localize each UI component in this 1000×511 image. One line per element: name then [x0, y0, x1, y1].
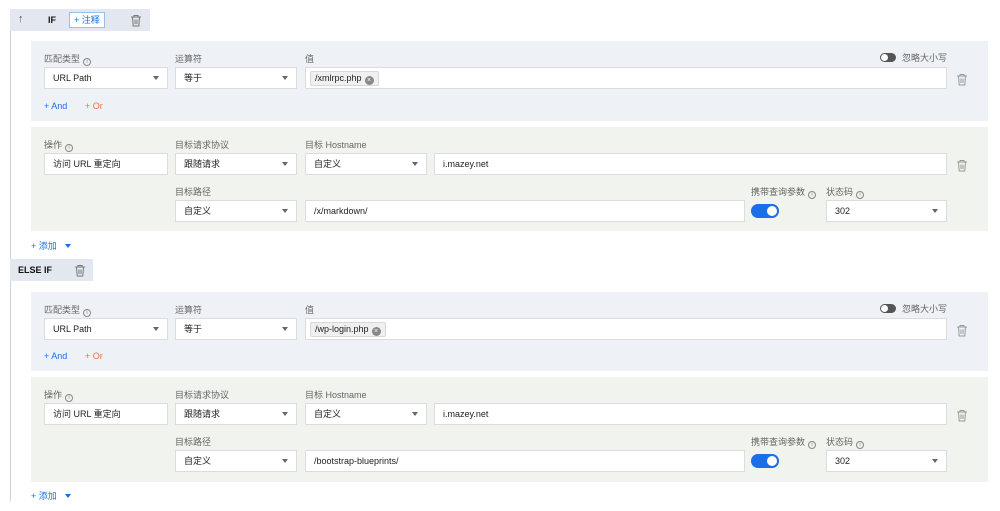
collapse-arrow-icon[interactable]: ↑ — [18, 13, 24, 25]
path-mode-select[interactable]: 自定义 — [175, 450, 297, 472]
add-button[interactable]: + 添加 — [31, 239, 72, 252]
chevron-down-icon — [65, 244, 72, 248]
path-mode-select[interactable]: 自定义 — [175, 200, 297, 222]
chevron-down-icon — [153, 76, 159, 80]
chevron-down-icon — [412, 412, 418, 416]
if-header: ↑ IF + 注释 — [10, 9, 150, 31]
delete-action-icon[interactable] — [956, 409, 968, 422]
operator-select[interactable]: 等于 — [175, 67, 297, 89]
info-icon: i — [65, 144, 74, 152]
chevron-down-icon — [932, 209, 938, 213]
else-if-header: ELSE IF — [10, 259, 93, 281]
carry-query-toggle[interactable] — [751, 204, 779, 218]
protocol-label: 目标请求协议 — [175, 140, 230, 150]
chevron-down-icon — [932, 459, 938, 463]
chevron-down-icon — [282, 162, 288, 166]
ignore-case-toggle[interactable] — [880, 53, 896, 62]
path-label: 目标路径 — [175, 187, 212, 197]
value-label: 值 — [305, 305, 315, 315]
match-type-select[interactable]: URL Path — [44, 67, 168, 89]
delete-action-icon[interactable] — [956, 159, 968, 172]
chevron-down-icon — [412, 162, 418, 166]
chevron-down-icon — [282, 412, 288, 416]
operation-label: 操作 i — [44, 138, 74, 152]
operation-label: 操作 i — [44, 388, 74, 402]
carry-query-toggle[interactable] — [751, 454, 779, 468]
chevron-down-icon — [282, 327, 288, 331]
operation-field[interactable]: 访问 URL 重定向 — [44, 403, 168, 425]
info-icon: i — [808, 191, 817, 199]
delete-condition-icon[interactable] — [956, 324, 968, 337]
path-input[interactable]: /x/markdown/ — [305, 200, 745, 222]
add-comment-button[interactable]: + 注释 — [69, 12, 105, 28]
operator-label: 运算符 — [175, 54, 203, 64]
ignore-case-label: 忽略大小写 — [902, 53, 948, 63]
chevron-down-icon — [282, 76, 288, 80]
delete-if-icon[interactable] — [130, 14, 142, 27]
protocol-label: 目标请求协议 — [175, 390, 230, 400]
match-type-label: 匹配类型 i — [44, 303, 92, 317]
hostname-label: 目标 Hostname — [305, 390, 367, 400]
status-code-label: 状态码 i — [826, 435, 865, 449]
operator-label: 运算符 — [175, 305, 203, 315]
info-icon: i — [83, 58, 92, 66]
value-input[interactable]: /wp-login.php × — [305, 318, 947, 340]
chevron-down-icon — [282, 209, 288, 213]
info-icon: i — [83, 309, 92, 317]
match-type-label: 匹配类型 i — [44, 52, 92, 66]
operation-field[interactable]: 访问 URL 重定向 — [44, 153, 168, 175]
operator-select[interactable]: 等于 — [175, 318, 297, 340]
value-label: 值 — [305, 54, 315, 64]
else-if-action-panel: 操作 i 目标请求协议 目标 Hostname 访问 URL 重定向 跟随请求 自… — [31, 377, 988, 482]
host-mode-select[interactable]: 自定义 — [305, 403, 427, 425]
value-input[interactable]: /xmlrpc.php × — [305, 67, 947, 89]
info-icon: i — [856, 191, 865, 199]
hostname-label: 目标 Hostname — [305, 140, 367, 150]
chevron-down-icon — [153, 327, 159, 331]
hostname-input[interactable]: i.mazey.net — [434, 403, 947, 425]
add-or-button[interactable]: + Or — [85, 351, 103, 361]
status-code-select[interactable]: 302 — [826, 450, 947, 472]
remove-tag-icon[interactable]: × — [364, 76, 374, 85]
else-if-label: ELSE IF — [18, 265, 53, 275]
path-input[interactable]: /bootstrap-blueprints/ — [305, 450, 745, 472]
if-branch-line — [10, 31, 11, 261]
carry-query-label: 携带查询参数 i — [751, 185, 817, 199]
path-label: 目标路径 — [175, 437, 212, 447]
info-icon: i — [856, 441, 865, 449]
ignore-case-toggle[interactable] — [880, 304, 896, 313]
hostname-input[interactable]: i.mazey.net — [434, 153, 947, 175]
info-icon: i — [808, 441, 817, 449]
else-if-branch-line — [10, 281, 11, 501]
else-if-match-panel: 匹配类型 i 运算符 值 忽略大小写 URL Path 等于 /wp-login.… — [31, 292, 988, 371]
add-and-button[interactable]: + And — [44, 351, 67, 361]
delete-else-if-icon[interactable] — [74, 264, 86, 277]
protocol-select[interactable]: 跟随请求 — [175, 153, 297, 175]
remove-tag-icon[interactable]: × — [371, 327, 381, 336]
add-button[interactable]: + 添加 — [31, 489, 72, 502]
carry-query-label: 携带查询参数 i — [751, 435, 817, 449]
delete-condition-icon[interactable] — [956, 73, 968, 86]
value-tag: /xmlrpc.php × — [310, 71, 379, 86]
if-action-panel: 操作 i 目标请求协议 目标 Hostname 访问 URL 重定向 跟随请求 自… — [31, 127, 988, 231]
chevron-down-icon — [282, 459, 288, 463]
add-and-button[interactable]: + And — [44, 101, 67, 111]
status-code-select[interactable]: 302 — [826, 200, 947, 222]
chevron-down-icon — [65, 494, 72, 498]
if-match-panel: 匹配类型 i 运算符 值 忽略大小写 URL Path 等于 /xmlrpc.ph… — [31, 41, 988, 121]
value-tag: /wp-login.php × — [310, 322, 386, 337]
info-icon: i — [65, 394, 74, 402]
if-label: IF — [48, 15, 56, 25]
match-type-select[interactable]: URL Path — [44, 318, 168, 340]
ignore-case-label: 忽略大小写 — [902, 304, 948, 314]
host-mode-select[interactable]: 自定义 — [305, 153, 427, 175]
status-code-label: 状态码 i — [826, 185, 865, 199]
protocol-select[interactable]: 跟随请求 — [175, 403, 297, 425]
add-or-button[interactable]: + Or — [85, 101, 103, 111]
